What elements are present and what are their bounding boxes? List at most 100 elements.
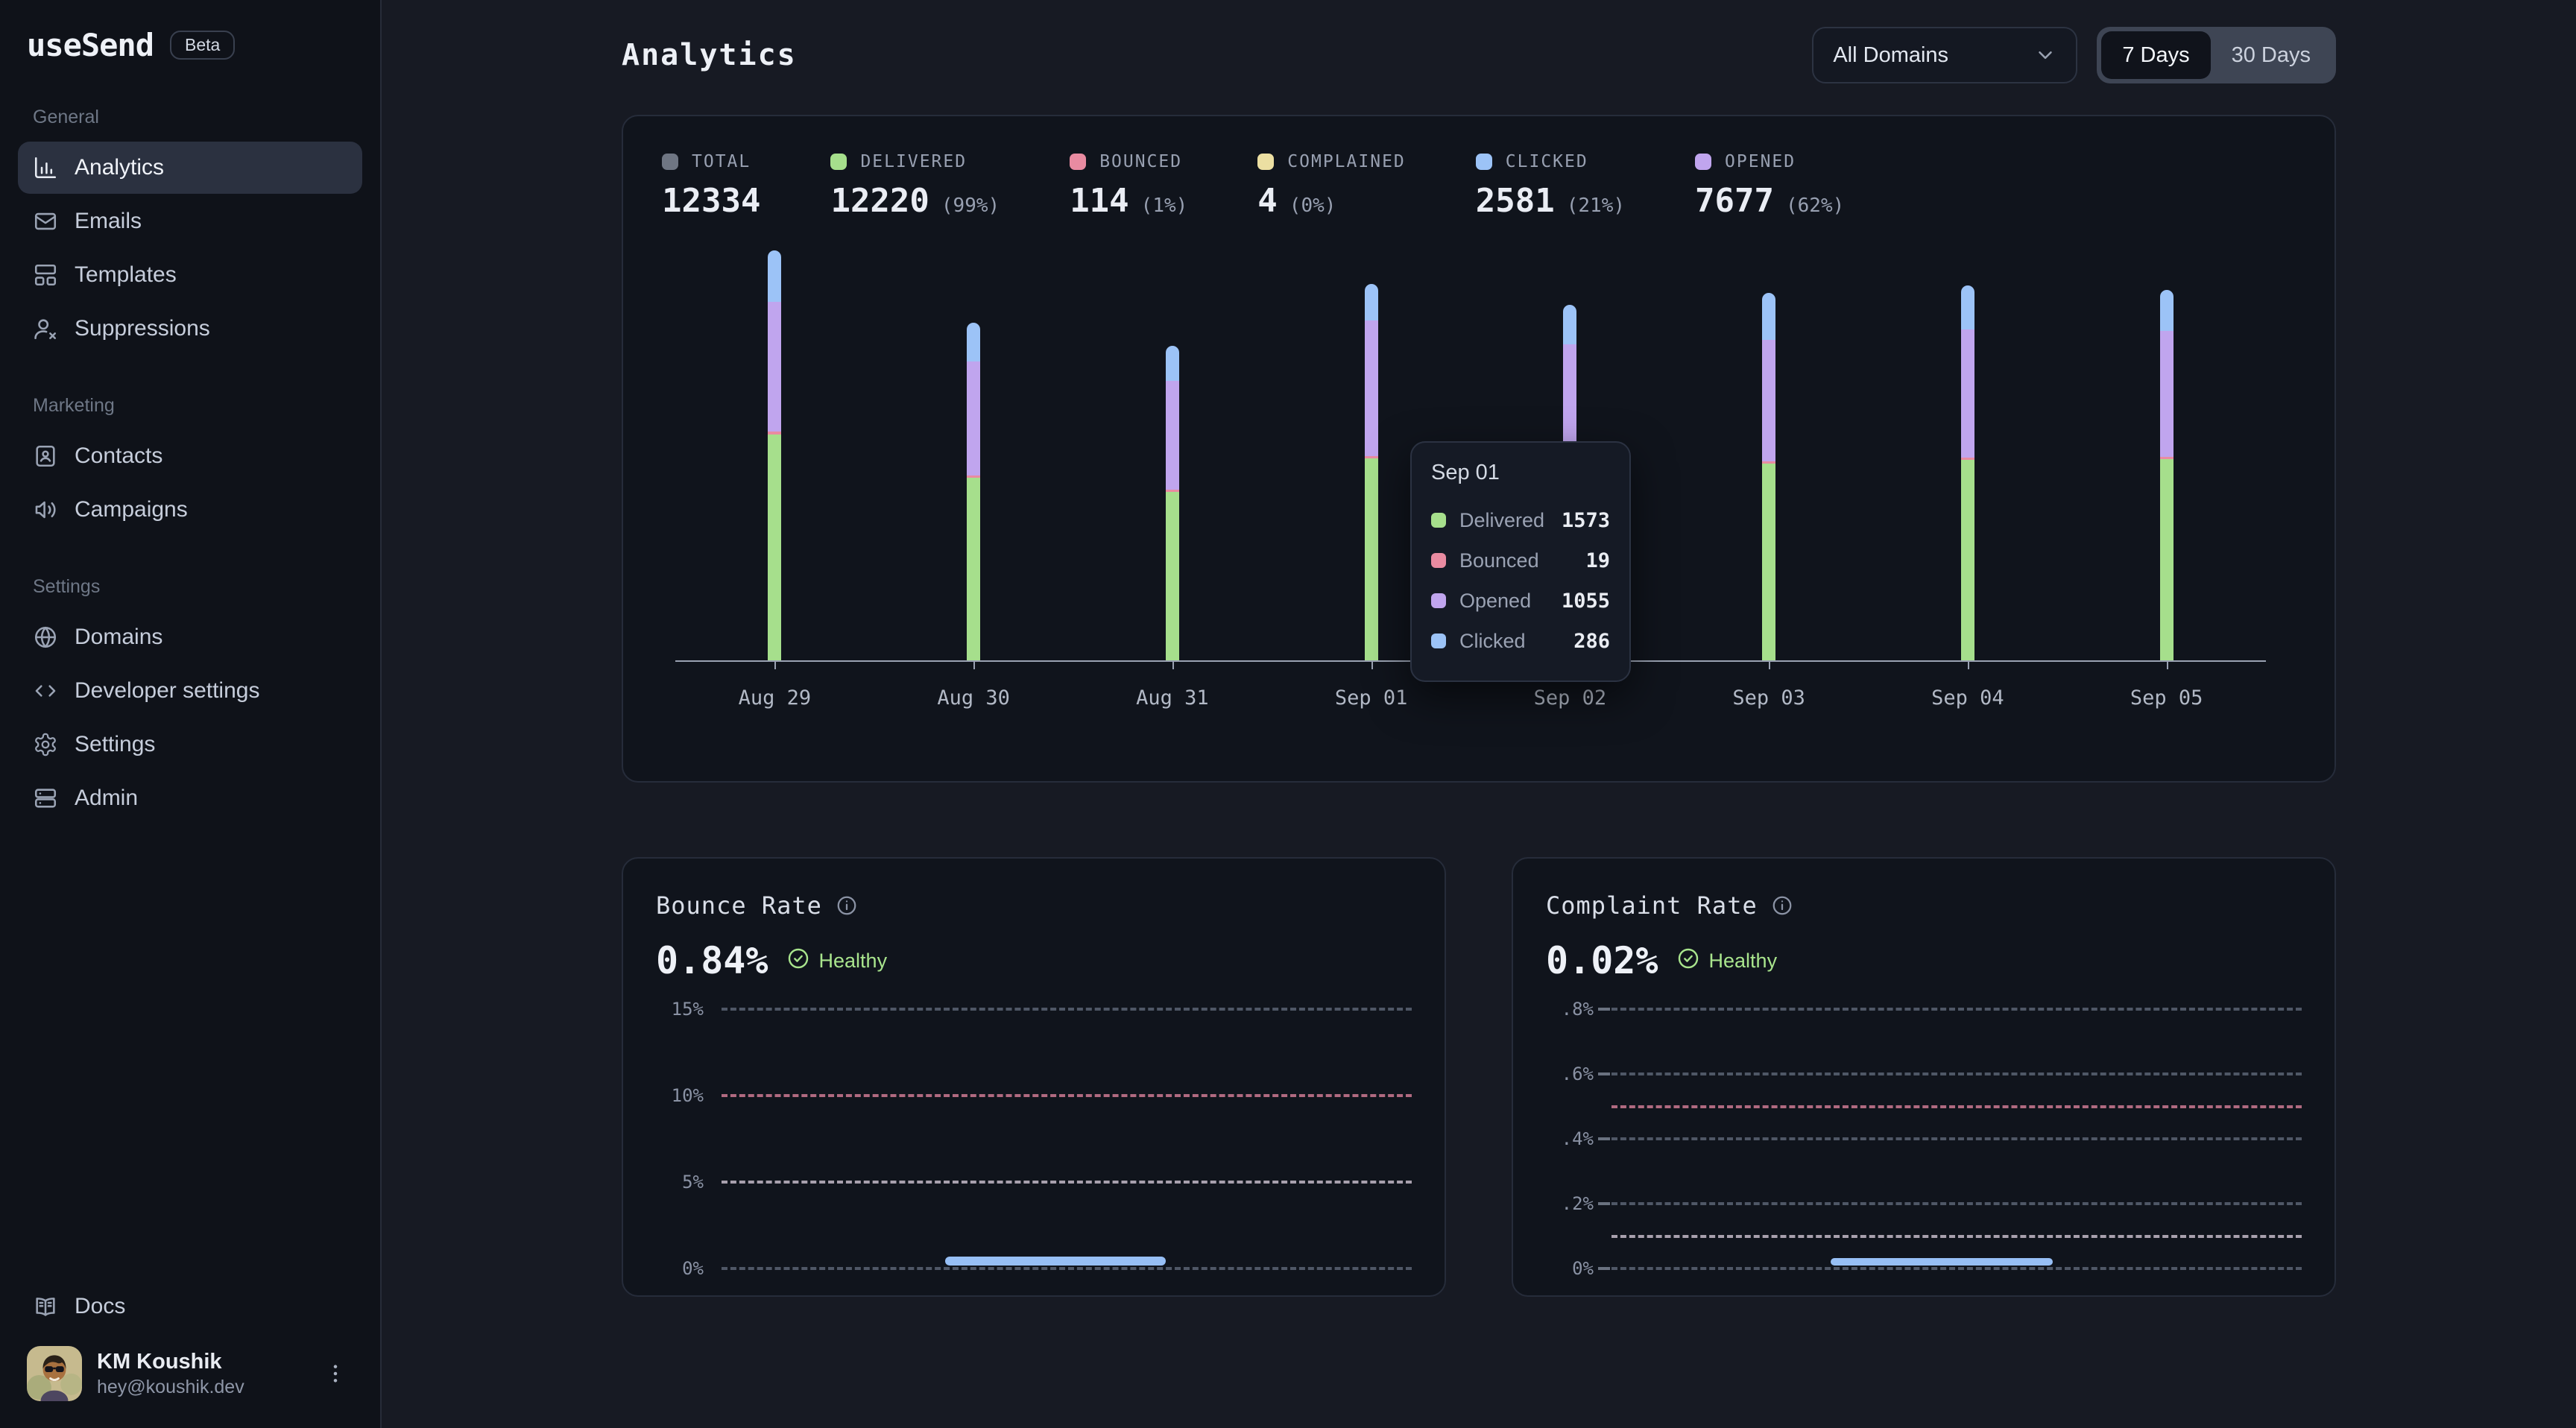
range-7-days-button[interactable]: 7 Days <box>2101 31 2210 79</box>
gridline <box>1611 1267 2302 1270</box>
stat-color-dot <box>1257 154 1274 170</box>
axis-tick <box>774 662 776 669</box>
contact-book-icon <box>33 443 58 469</box>
stat-delivered: DELIVERED12220(99%) <box>830 152 1000 220</box>
gridline <box>722 1094 1412 1097</box>
stat-percent: (1%) <box>1141 195 1188 217</box>
bar-segment-clicked <box>768 250 781 302</box>
date-range-toggle: 7 Days 30 Days <box>2097 27 2336 83</box>
stat-label: OPENED <box>1725 152 1796 171</box>
tooltip-label: Opened <box>1459 590 1531 613</box>
bar-segment-delivered <box>1762 464 1775 660</box>
sidebar-item-label: Templates <box>75 262 177 288</box>
sidebar-item-domains[interactable]: Domains <box>18 611 362 663</box>
y-tick-mark <box>1598 1267 1610 1270</box>
stat-value: 2581 <box>1476 182 1555 220</box>
bar-slot-aug-31 <box>1073 244 1272 660</box>
sidebar-item-admin[interactable]: Admin <box>18 772 362 824</box>
book-open-icon <box>33 1294 58 1319</box>
bar-segment-opened <box>967 361 980 476</box>
sidebar-item-contacts[interactable]: Contacts <box>18 430 362 482</box>
stacked-bar-aug-29[interactable] <box>768 250 781 660</box>
bar-segment-delivered <box>1166 492 1179 660</box>
gridline <box>722 1267 1412 1270</box>
layout-grid-icon <box>33 262 58 288</box>
x-tick-label: Aug 29 <box>675 686 874 710</box>
sidebar-spacer <box>18 826 362 1280</box>
info-icon[interactable] <box>1771 894 1793 917</box>
stat-value: 12220 <box>830 182 929 220</box>
nav-section-label: Marketing <box>33 395 347 417</box>
tooltip-row-opened: Opened 1055 <box>1431 581 1610 621</box>
bar-slot-sep-05 <box>2067 244 2266 660</box>
nav-section-label: General <box>33 107 347 128</box>
x-tick-label: Sep 02 <box>1471 686 1670 710</box>
user-menu[interactable]: KM Koushik hey@koushik.dev <box>18 1334 362 1410</box>
sidebar-item-developer-settings[interactable]: Developer settings <box>18 665 362 717</box>
stat-value-row: 4(0%) <box>1257 182 1405 220</box>
axis-tick <box>1968 662 1969 669</box>
tooltip-label: Bounced <box>1459 549 1539 572</box>
y-tick-mark <box>1598 1137 1610 1140</box>
domain-filter-select[interactable]: All Domains <box>1812 27 2077 83</box>
sidebar-item-settings[interactable]: Settings <box>18 718 362 771</box>
bar-segment-clicked <box>1961 285 1974 329</box>
tooltip-row-clicked: Clicked286 <box>1431 621 1610 661</box>
sidebar-item-emails[interactable]: Emails <box>18 195 362 247</box>
y-tick-label: .4% <box>1543 1128 1594 1149</box>
user-name: KM Koushik <box>97 1348 244 1375</box>
bounce-status-badge: Healthy <box>786 947 888 976</box>
header-controls: All Domains 7 Days 30 Days <box>1812 27 2336 83</box>
overview-card: TOTAL12334DELIVERED12220(99%)BOUNCED114(… <box>622 115 2336 783</box>
bar-segment-clicked <box>1365 284 1378 320</box>
stat-percent: (99%) <box>941 195 1000 217</box>
more-vertical-icon[interactable] <box>318 1356 353 1391</box>
stacked-bar-aug-30[interactable] <box>967 323 980 660</box>
bounce-rate-card: Bounce Rate 0.84% Healthy 15%10%5%0% <box>622 857 1446 1297</box>
bar-segment-opened <box>1365 320 1378 456</box>
bar-segment-delivered <box>768 435 781 660</box>
gridline <box>1611 1202 2302 1205</box>
sidebar-item-label: Developer settings <box>75 678 259 704</box>
page-title: Analytics <box>622 38 797 72</box>
sidebar-item-label: Docs <box>75 1294 125 1319</box>
bar-segment-opened <box>2160 331 2174 457</box>
complaint-rate-chart: .8%.6%.4%.2%0% <box>1543 1000 2302 1276</box>
bar-slot-aug-29 <box>675 244 874 660</box>
gear-icon <box>33 732 58 757</box>
stacked-bar-sep-05[interactable] <box>2160 290 2174 660</box>
rate-data-line <box>945 1257 1166 1266</box>
y-tick-label: .2% <box>1543 1193 1594 1214</box>
bar-segment-clicked <box>1166 346 1179 381</box>
sidebar-item-campaigns[interactable]: Campaigns <box>18 484 362 536</box>
stat-label: COMPLAINED <box>1287 152 1405 171</box>
x-tick-label: Sep 04 <box>1869 686 2068 710</box>
y-tick-label: .6% <box>1543 1064 1594 1084</box>
stacked-bar-sep-04[interactable] <box>1961 285 1974 660</box>
range-30-days-button[interactable]: 30 Days <box>2211 31 2332 79</box>
stat-header: TOTAL <box>662 152 760 171</box>
tooltip-value: 1055 <box>1562 590 1610 613</box>
rate-data-line <box>1831 1258 2053 1266</box>
bar-segment-delivered <box>2160 459 2174 660</box>
sidebar-item-suppressions[interactable]: Suppressions <box>18 303 362 355</box>
sidebar-item-docs[interactable]: Docs <box>18 1280 362 1333</box>
stacked-bar-sep-03[interactable] <box>1762 293 1775 660</box>
stacked-bar-aug-31[interactable] <box>1166 346 1179 660</box>
bounce-rate-value: 0.84% <box>656 939 768 982</box>
stat-header: BOUNCED <box>1070 152 1187 171</box>
gridline <box>722 1181 1412 1184</box>
complaint-rate-title: Complaint Rate <box>1546 891 1758 920</box>
stacked-bar-sep-01[interactable] <box>1365 284 1378 660</box>
sidebar-item-analytics[interactable]: Analytics <box>18 142 362 194</box>
info-icon[interactable] <box>836 894 858 917</box>
speaker-icon <box>33 497 58 522</box>
rate-cards-row: Bounce Rate 0.84% Healthy 15%10%5%0% Com… <box>622 857 2336 1297</box>
bar-slot-sep-04 <box>1869 244 2068 660</box>
tooltip-color-dot <box>1431 593 1446 608</box>
mail-icon <box>33 209 58 234</box>
bar-segment-opened <box>1166 381 1179 490</box>
sidebar-nav: General AnalyticsEmails Templates Suppressi… <box>18 66 362 826</box>
sidebar-item-templates[interactable]: Templates <box>18 249 362 301</box>
stat-label: TOTAL <box>692 152 751 171</box>
